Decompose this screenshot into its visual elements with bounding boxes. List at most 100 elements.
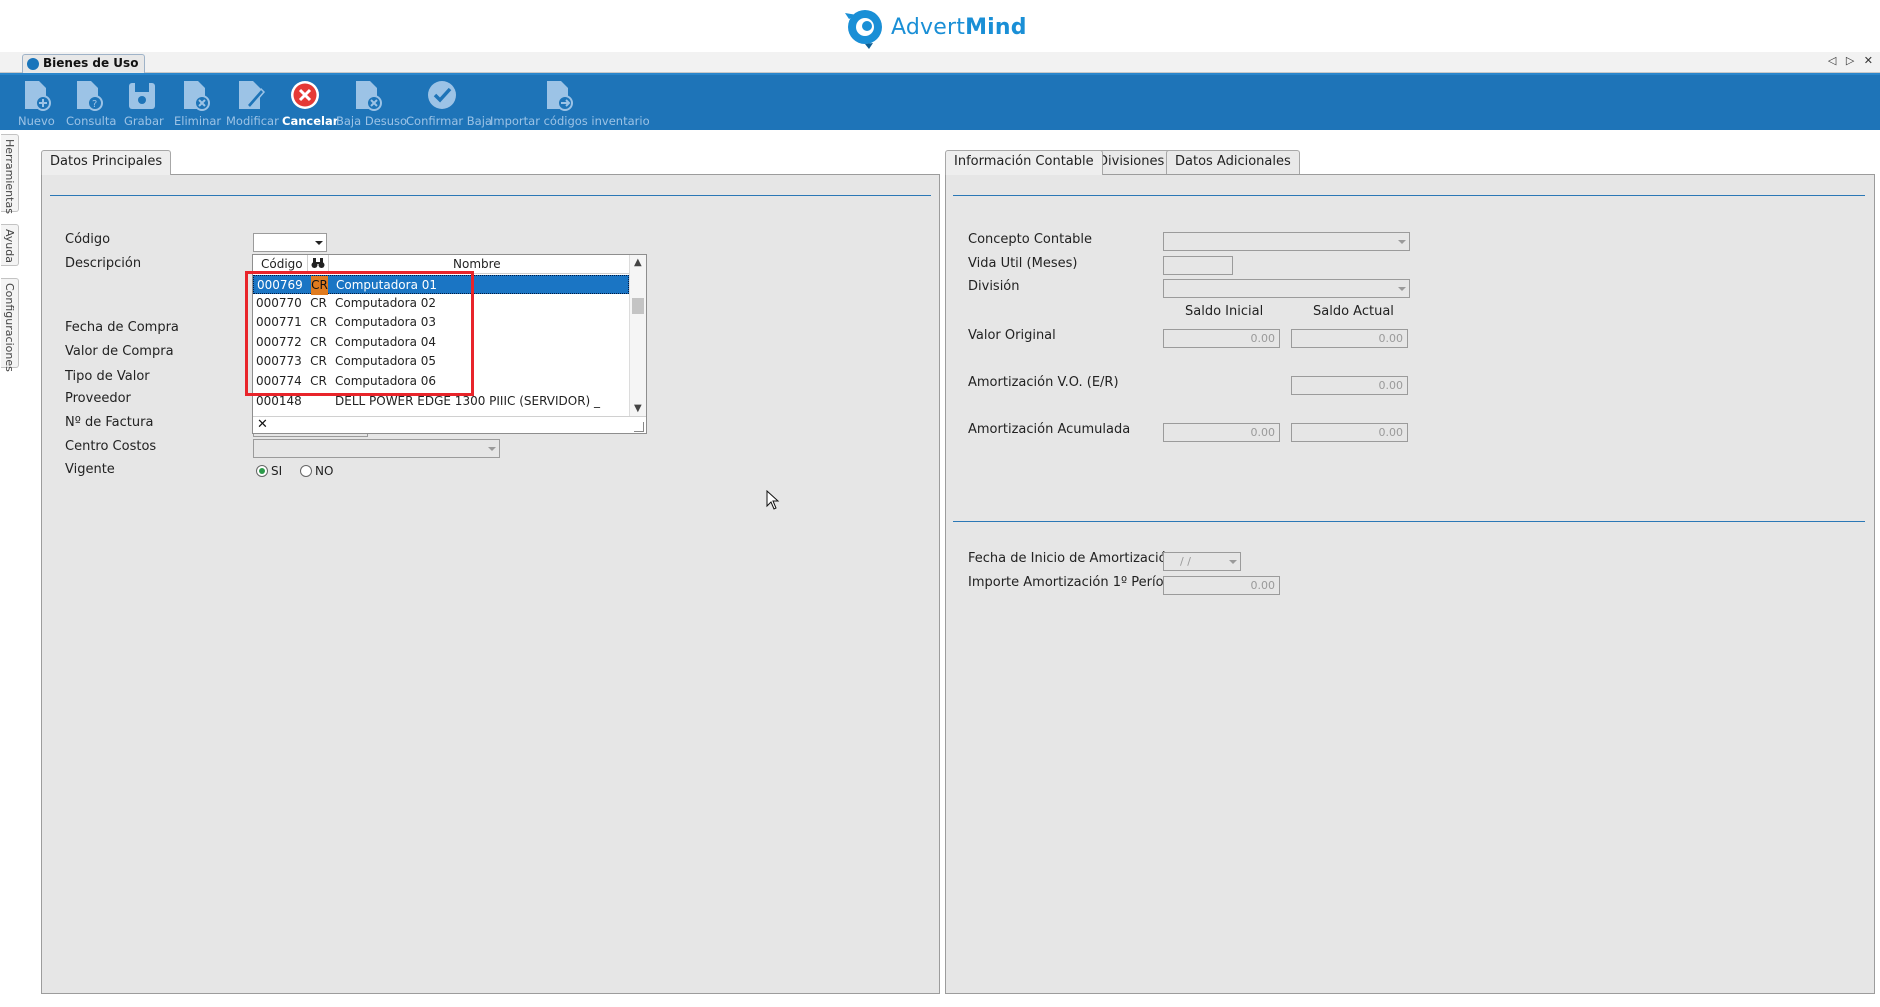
codigo-dropdown-list[interactable]: Código Nombre 000769 CR Computadora 01 0… [252,254,647,434]
dropdown-row[interactable]: 000148 DELL POWER EDGE 1300 PIIIC (SERVI… [253,392,629,411]
dropdown-row[interactable]: 000771 CR Computadora 03 [253,313,629,332]
new-document-icon [25,81,51,111]
codigo-combo[interactable] [253,233,327,252]
cancel-icon [291,81,319,109]
concepto-contable-combo[interactable] [1163,232,1410,251]
eliminar-button[interactable]: Eliminar [174,77,221,128]
dropdown-header-codigo[interactable]: Código [261,257,303,271]
baja-desuso-button[interactable]: Baja Desuso [336,77,407,128]
fecha-inicio-amortizacion-label: Fecha de Inicio de Amortización [968,551,1175,566]
cancelar-button[interactable]: Cancelar [282,77,339,128]
toolbar: Nuevo ? Consulta Grabar Eliminar Modific… [0,73,1880,130]
division-label: División [968,279,1020,294]
right-panel-divider-bottom [953,521,1865,522]
right-panel: Concepto Contable Vida Util (Meses) Divi… [945,174,1875,994]
row-type: CR [310,315,327,329]
amortizacion-vo-actual-input[interactable]: 0.00 [1291,376,1408,395]
dropdown-row[interactable]: 000769 CR Computadora 01 [253,275,629,295]
row-type: CR [310,335,327,349]
centro-costos-combo[interactable] [253,439,500,458]
vida-util-input[interactable] [1163,256,1233,275]
codigo-label: Código [65,232,111,247]
tab-datos-principales[interactable]: Datos Principales [41,150,172,175]
amortizacion-vo-label: Amortización V.O. (E/R) [968,375,1119,390]
dropdown-header: Código Nombre [253,255,631,274]
consulta-button[interactable]: ? Consulta [66,77,117,128]
amort-acum-inicial-input[interactable]: 0.00 [1163,423,1280,442]
consulta-label: Consulta [66,114,117,128]
dropdown-row[interactable]: 000773 CR Computadora 05 [253,352,629,371]
vigente-si-radio[interactable] [256,465,268,477]
side-tab-configuraciones[interactable]: Configuraciones [1,278,19,372]
modificar-label: Modificar [226,114,279,128]
left-panel-tabs: Datos Principales [41,150,241,175]
row-code: 000774 [256,374,302,388]
dropdown-row[interactable]: 000774 CR Computadora 06 [253,372,629,391]
clear-selection-icon[interactable]: ✕ [257,417,268,432]
amortizacion-acumulada-label: Amortización Acumulada [968,422,1131,437]
importe-amortizacion-input[interactable]: 0.00 [1163,576,1280,595]
grabar-label: Grabar [124,114,164,128]
confirmar-baja-label: Confirmar Baja [406,114,492,128]
scroll-up-icon[interactable]: ▲ [634,257,642,268]
row-type: CR [310,374,327,388]
scroll-down-icon[interactable]: ▼ [634,403,642,414]
side-tab-ayuda[interactable]: Ayuda [1,224,19,266]
confirmar-baja-button[interactable]: Confirmar Baja [406,77,492,128]
vigente-label: Vigente [65,462,115,477]
binoculars-search-icon[interactable] [311,257,325,272]
left-panel-divider [50,195,931,196]
grabar-button[interactable]: Grabar [124,77,164,128]
fecha-dropdown-arrow-icon[interactable] [1229,560,1237,564]
valor-original-inicial-input[interactable]: 0.00 [1163,329,1280,348]
dropdown-header-nombre[interactable]: Nombre [453,257,501,271]
vigente-si-label: SI [271,464,283,478]
codigo-dropdown-arrow-icon[interactable] [315,241,323,245]
nuevo-button[interactable]: Nuevo [18,77,55,128]
valor-compra-label: Valor de Compra [65,344,174,359]
binoculars-glyph [311,258,325,268]
valor-original-actual-input[interactable]: 0.00 [1291,329,1408,348]
row-name: Computadora 06 [335,374,437,388]
modificar-button[interactable]: Modificar [226,77,279,128]
importar-codigos-button[interactable]: Importar códigos inventario [490,77,650,128]
query-document-icon: ? [77,81,103,111]
confirm-check-icon [428,81,456,109]
tab-datos-principales-label: Datos Principales [50,154,163,169]
right-panel-tabs: Información Contable Divisiones Datos Ad… [945,150,1300,175]
nro-factura-label: Nº de Factura [65,415,154,430]
row-name: Computadora 02 [335,296,437,310]
amort-acum-actual-input[interactable]: 0.00 [1291,423,1408,442]
tab-navigation-icons[interactable]: ◁ ▷ ✕ [1828,54,1876,67]
side-tab-herramientas[interactable]: Herramientas [1,134,19,214]
tab-datos-adicionales[interactable]: Datos Adicionales [1166,150,1300,174]
concepto-contable-dropdown-arrow-icon[interactable] [1398,240,1406,244]
row-code: 000770 [256,296,302,310]
resize-grip-icon[interactable] [634,422,644,432]
division-dropdown-arrow-icon[interactable] [1398,287,1406,291]
vigente-no-radio[interactable] [300,465,312,477]
dropdown-row[interactable]: 000772 CR Computadora 04 [253,333,629,352]
division-combo[interactable] [1163,279,1410,298]
dropdown-scrollbar[interactable]: ▲ ▼ [629,255,646,416]
saldo-inicial-header: Saldo Inicial [1185,304,1264,319]
brand-name: AdvertMind [891,15,1027,40]
fecha-inicio-amortizacion-input[interactable]: / / [1163,552,1241,571]
baja-document-icon [356,81,382,111]
tab-informacion-contable[interactable]: Información Contable [945,150,1103,175]
svg-text:?: ? [92,99,97,110]
row-type: CR [310,296,327,310]
row-name: Computadora 04 [335,335,437,349]
side-tab-herramientas-label: Herramientas [3,139,16,214]
tab-divisiones-label: Divisiones [1098,154,1165,169]
dropdown-row[interactable]: 000770 CR Computadora 02 [253,294,629,313]
mouse-cursor-icon [766,490,780,510]
edit-document-icon [239,81,266,110]
valor-original-label: Valor Original [968,328,1056,343]
centro-costos-dropdown-arrow-icon[interactable] [488,447,496,451]
fecha-compra-label: Fecha de Compra [65,320,179,335]
window-tab-bienes-de-uso[interactable]: Bienes de Uso [22,54,146,73]
scroll-thumb[interactable] [632,298,644,314]
brand-name-bold: Mind [965,14,1027,40]
cancelar-label: Cancelar [282,114,339,128]
